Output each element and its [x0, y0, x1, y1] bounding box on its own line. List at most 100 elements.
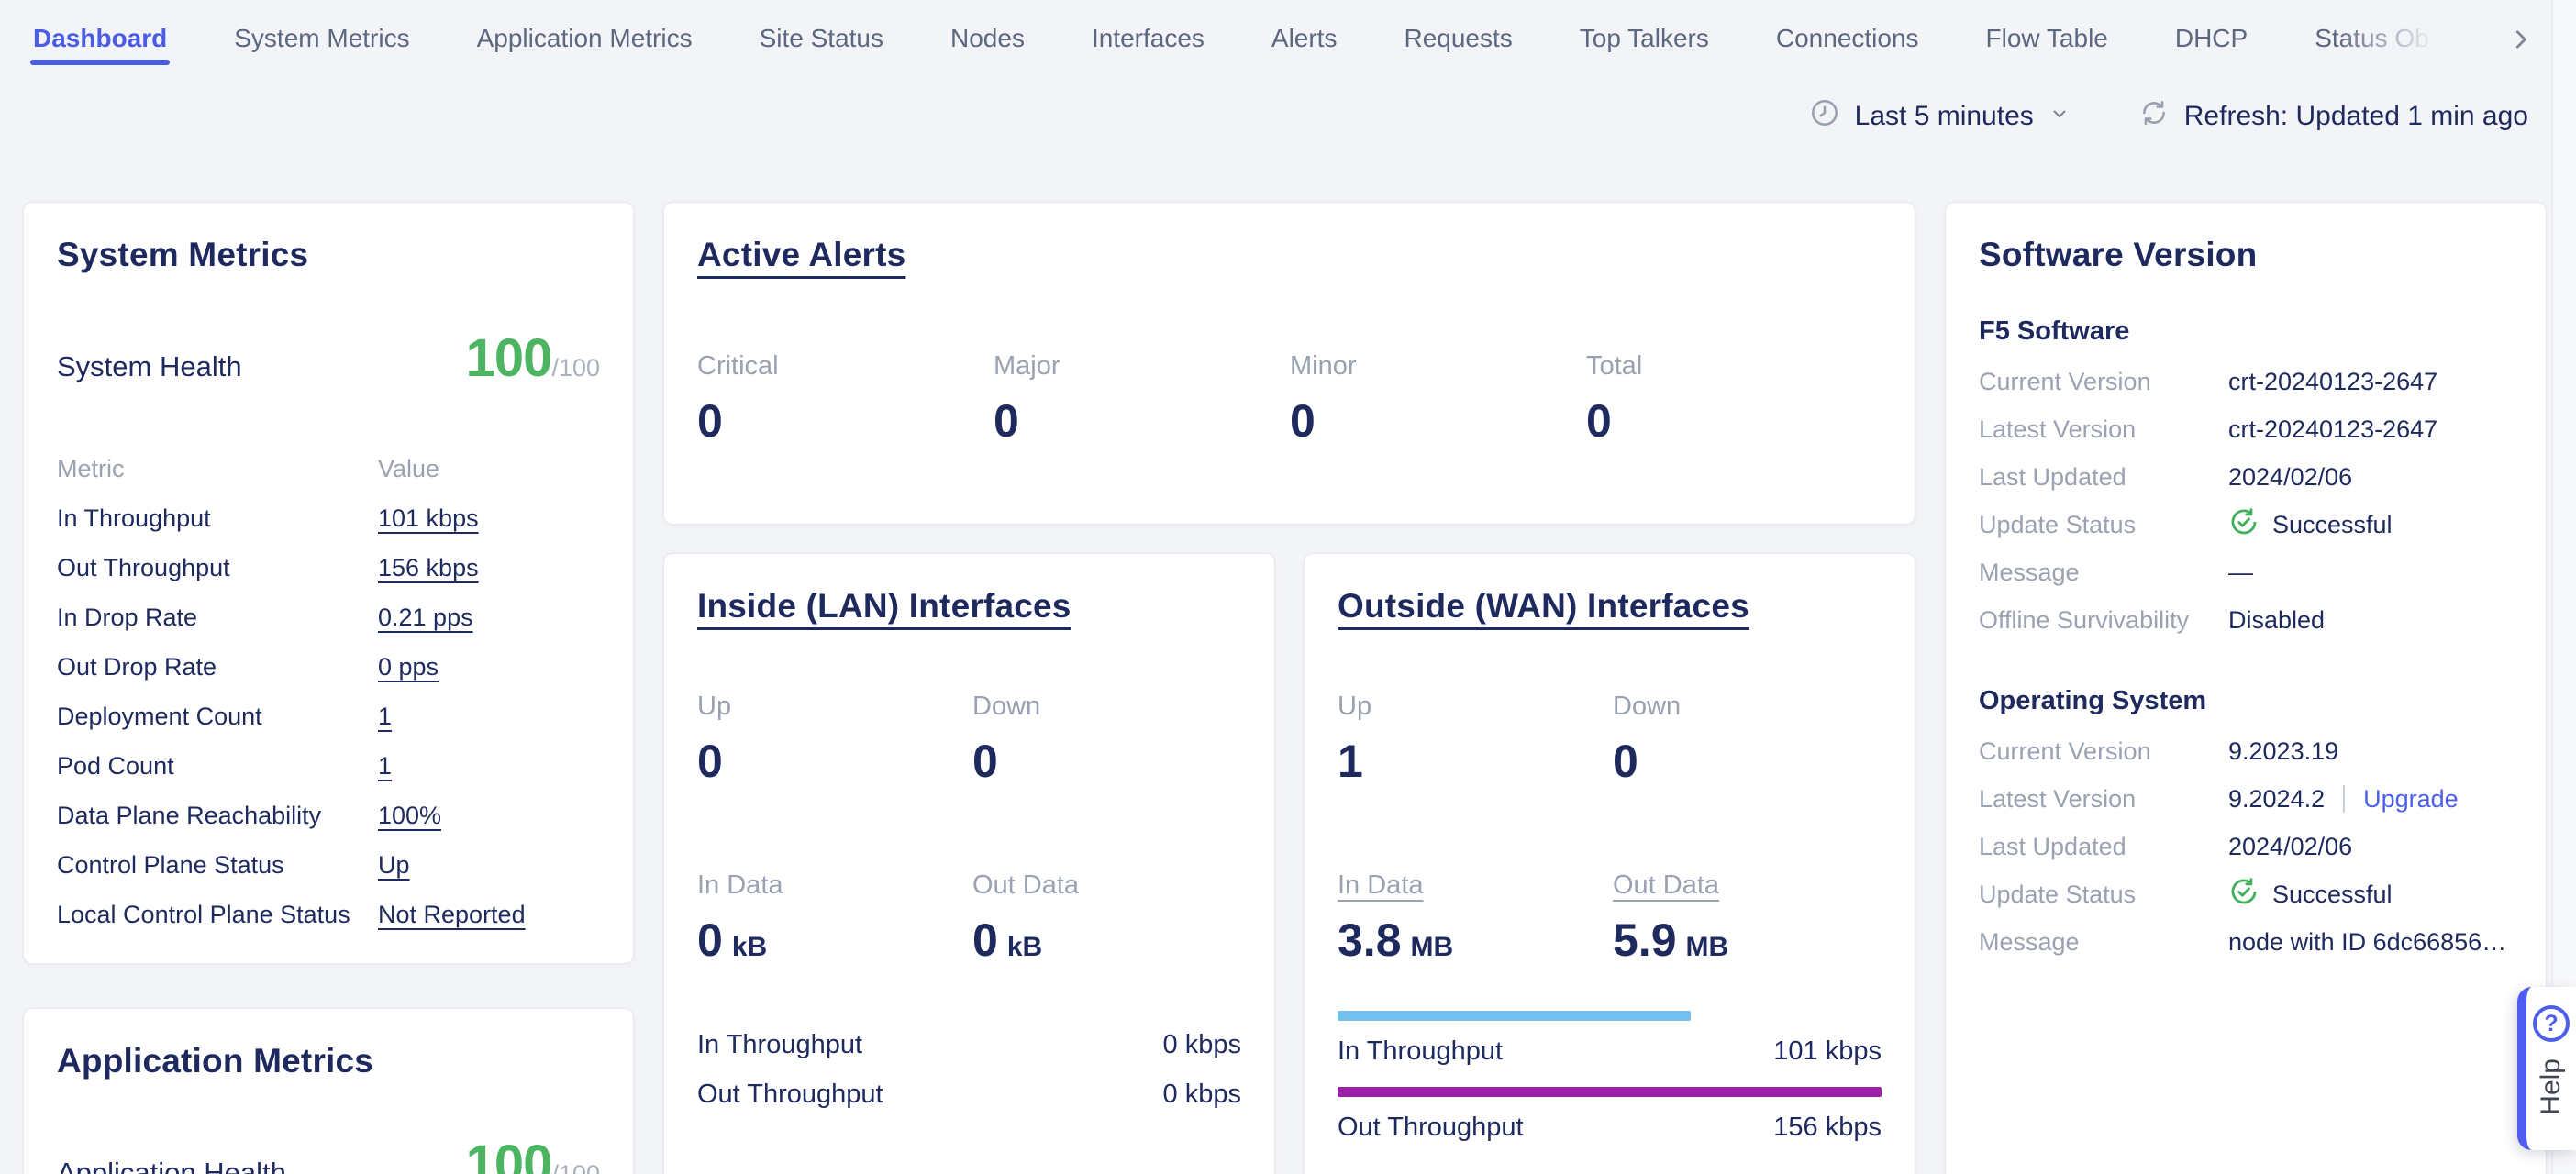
latest-version-label: Latest Version	[1979, 785, 2228, 814]
table-row: Data Plane Reachability100%	[57, 791, 600, 840]
tab-system-metrics[interactable]: System Metrics	[234, 0, 409, 77]
current-version-label: Current Version	[1979, 737, 2228, 766]
update-status-label: Update Status	[1979, 880, 2228, 909]
list-item: Last Updated 2024/02/06	[1979, 453, 2513, 501]
in-data-value: 0 kB	[697, 914, 972, 967]
lan-down-stat: Down 0	[972, 692, 1248, 788]
tab-requests[interactable]: Requests	[1404, 0, 1512, 77]
current-version-value: 9.2023.19	[2228, 737, 2338, 766]
active-alerts-title-link[interactable]: Active Alerts	[697, 236, 905, 273]
in-data-link[interactable]: In Data	[1338, 870, 1424, 900]
help-icon: ?	[2533, 1005, 2570, 1042]
metric-value-link[interactable]: 100%	[378, 802, 441, 830]
application-health-row: Application Health 100/100	[57, 1134, 600, 1174]
metric-column-header: Metric	[57, 455, 378, 483]
alert-severity-label: Critical	[697, 351, 994, 382]
list-item: Last Updated 2024/02/06	[1979, 823, 2513, 870]
upgrade-link[interactable]: Upgrade	[2363, 785, 2459, 814]
metric-label: Out Throughput	[57, 554, 378, 582]
wan-in-throughput-row: In Throughput 101 kbps	[1338, 1030, 1882, 1072]
system-metrics-card: System Metrics System Health 100/100 Met…	[23, 202, 634, 964]
divider	[2343, 785, 2345, 813]
time-range-selector[interactable]: Last 5 minutes	[1809, 97, 2071, 136]
alert-severity-label: Major	[994, 351, 1290, 382]
out-throughput-label: Out Throughput	[1338, 1113, 1524, 1143]
tab-application-metrics[interactable]: Application Metrics	[477, 0, 693, 77]
wan-data-stats: In Data 3.8 MB Out Data 5.9 MB	[1338, 870, 1882, 967]
last-updated-value: 2024/02/06	[2228, 463, 2352, 492]
wan-interfaces-title-link[interactable]: Outside (WAN) Interfaces	[1338, 587, 1749, 625]
system-health-row: System Health 100/100	[57, 327, 600, 389]
tab-top-talkers[interactable]: Top Talkers	[1580, 0, 1709, 77]
alert-critical: Critical 0	[697, 351, 994, 448]
table-row: Out Drop Rate0 pps	[57, 642, 600, 692]
metric-value-link[interactable]: 0 pps	[378, 653, 439, 681]
message-label: Message	[1979, 928, 2228, 957]
tab-site-status[interactable]: Site Status	[760, 0, 883, 77]
metric-value-link[interactable]: 1	[378, 703, 392, 731]
down-label: Down	[972, 692, 1248, 722]
lan-data-stats: In Data 0 kB Out Data 0 kB	[697, 870, 1241, 967]
metric-value-link[interactable]: 0.21 pps	[378, 604, 473, 632]
system-metrics-table: Metric Value In Throughput101 kbps Out T…	[57, 444, 600, 939]
chevron-right-icon	[2507, 26, 2535, 56]
help-button[interactable]: ? Help	[2517, 987, 2576, 1150]
tab-bar: Dashboard System Metrics Application Met…	[0, 0, 2576, 77]
in-data-number: 3.8	[1338, 914, 1402, 967]
out-data-number: 5.9	[1613, 914, 1677, 967]
alert-count-value: 0	[1290, 394, 1586, 448]
system-health-score: 100/100	[466, 327, 600, 389]
table-row: Out Throughput156 kbps	[57, 543, 600, 593]
refresh-control[interactable]: Refresh: Updated 1 min ago	[2138, 97, 2528, 136]
lan-up-stat: Up 0	[697, 692, 972, 788]
metric-label: Pod Count	[57, 752, 378, 781]
tab-dashboard[interactable]: Dashboard	[33, 0, 167, 77]
value-column-header: Value	[378, 455, 439, 483]
list-item: Message —	[1979, 548, 2513, 596]
metric-value-link[interactable]: 1	[378, 752, 392, 781]
tab-flow-table[interactable]: Flow Table	[1986, 0, 2108, 77]
alert-count-value: 0	[697, 394, 994, 448]
metric-value-link[interactable]: 101 kbps	[378, 504, 479, 533]
wan-out-data-stat: Out Data 5.9 MB	[1613, 870, 1888, 967]
software-version-title: Software Version	[1979, 236, 2513, 274]
wan-throughput-section: In Throughput 101 kbps Out Throughput 15…	[1338, 1011, 1882, 1148]
update-status-label: Update Status	[1979, 511, 2228, 539]
alert-counts: Critical 0 Major 0 Minor 0 Total 0	[697, 351, 1882, 448]
latest-version-label: Latest Version	[1979, 415, 2228, 444]
operating-system-rows: Current Version 9.2023.19 Latest Version…	[1979, 727, 2513, 966]
in-data-number: 0	[697, 914, 723, 967]
tab-connections[interactable]: Connections	[1776, 0, 1919, 77]
table-row: Pod Count1	[57, 741, 600, 791]
out-data-number: 0	[972, 914, 998, 967]
latest-version-value: crt-20240123-2647	[2228, 415, 2437, 444]
list-item: Latest Version 9.2024.2 Upgrade	[1979, 775, 2513, 823]
last-updated-label: Last Updated	[1979, 833, 2228, 861]
tab-status-objects[interactable]: Status Ob	[2315, 0, 2429, 77]
offline-survivability-label: Offline Survivability	[1979, 606, 2228, 635]
alert-minor: Minor 0	[1290, 351, 1586, 448]
tab-interfaces[interactable]: Interfaces	[1092, 0, 1205, 77]
system-metrics-title: System Metrics	[57, 236, 600, 274]
tab-nodes[interactable]: Nodes	[950, 0, 1025, 77]
alert-count-value: 0	[994, 394, 1290, 448]
health-score-value: 100	[466, 1135, 552, 1174]
metric-value-link[interactable]: 156 kbps	[378, 554, 479, 582]
last-updated-label: Last Updated	[1979, 463, 2228, 492]
lan-interfaces-title-link[interactable]: Inside (LAN) Interfaces	[697, 587, 1071, 625]
application-metrics-title: Application Metrics	[57, 1042, 600, 1080]
update-status-text: Successful	[2272, 511, 2393, 539]
tab-alerts[interactable]: Alerts	[1271, 0, 1338, 77]
metric-value-link[interactable]: Up	[378, 851, 410, 880]
tab-dhcp[interactable]: DHCP	[2175, 0, 2248, 77]
lan-interfaces-card: Inside (LAN) Interfaces Up 0 Down 0	[663, 553, 1275, 1174]
out-data-link[interactable]: Out Data	[1613, 870, 1719, 900]
lan-out-throughput-row: Out Throughput 0 kbps	[697, 1069, 1241, 1119]
tabs-overflow-chevron-button[interactable]	[2501, 20, 2541, 61]
list-item: Update Status Successful	[1979, 501, 2513, 548]
alert-severity-label: Total	[1586, 351, 1882, 382]
in-data-unit: kB	[732, 932, 767, 963]
in-throughput-bar	[1338, 1011, 1691, 1021]
out-data-unit: kB	[1007, 932, 1042, 963]
metric-value-link[interactable]: Not Reported	[378, 901, 526, 929]
